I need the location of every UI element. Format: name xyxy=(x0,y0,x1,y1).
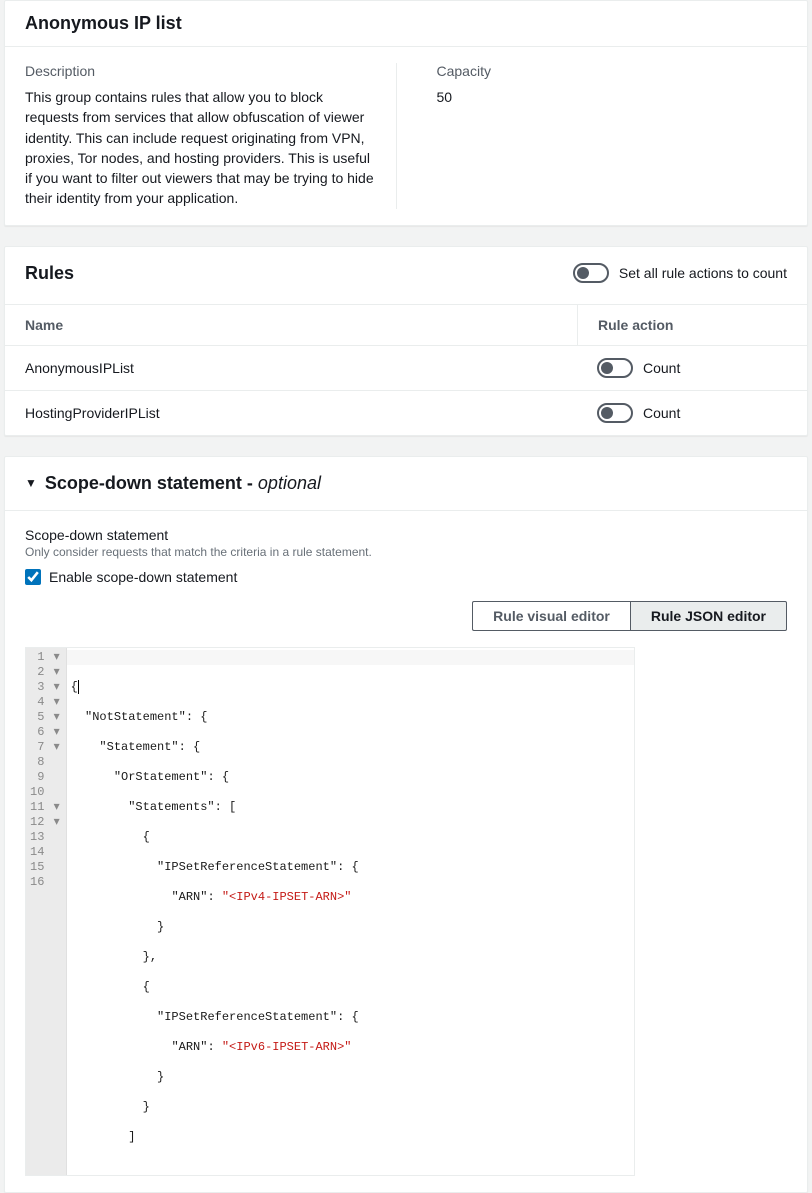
capacity-column: Capacity 50 xyxy=(437,63,788,209)
capacity-value: 50 xyxy=(437,87,788,107)
caret-down-icon: ▼ xyxy=(25,477,37,489)
rule-name: HostingProviderIPList xyxy=(5,393,577,433)
col-action: Rule action xyxy=(577,305,807,345)
set-all-actions-label: Set all rule actions to count xyxy=(619,265,787,281)
description-column: Description This group contains rules th… xyxy=(25,63,397,209)
rules-title: Rules xyxy=(25,263,74,284)
rule-name: AnonymousIPList xyxy=(5,348,577,388)
group-info-header: Anonymous IP list xyxy=(5,1,807,47)
table-row: AnonymousIPList Count xyxy=(5,345,807,390)
editor-gutter: 1 ▾ 2 ▾ 3 ▾ 4 ▾ 5 ▾ 6 ▾ 7 ▾ 8 9 10 11 ▾1… xyxy=(26,648,67,1175)
group-info-body: Description This group contains rules th… xyxy=(5,47,807,225)
set-all-actions-row: Set all rule actions to count xyxy=(573,263,787,283)
rule-action-toggle[interactable] xyxy=(597,358,633,378)
rule-visual-editor-button[interactable]: Rule visual editor xyxy=(472,601,630,631)
capacity-label: Capacity xyxy=(437,63,788,79)
rules-panel: Rules Set all rule actions to count Name… xyxy=(4,246,808,436)
json-code-editor[interactable]: 1 ▾ 2 ▾ 3 ▾ 4 ▾ 5 ▾ 6 ▾ 7 ▾ 8 9 10 11 ▾1… xyxy=(25,647,635,1176)
col-name: Name xyxy=(5,305,577,345)
group-title: Anonymous IP list xyxy=(25,13,787,34)
rules-table: Name Rule action AnonymousIPList Count H… xyxy=(5,304,807,435)
table-row: HostingProviderIPList Count xyxy=(5,390,807,435)
rule-action-label: Count xyxy=(643,405,680,421)
description-label: Description xyxy=(25,63,376,79)
description-value: This group contains rules that allow you… xyxy=(25,87,376,209)
enable-scope-row[interactable]: Enable scope-down statement xyxy=(25,569,787,585)
scope-helper: Only consider requests that match the cr… xyxy=(25,545,787,559)
editor-mode-group: Rule visual editor Rule JSON editor xyxy=(25,601,787,631)
rule-action-label: Count xyxy=(643,360,680,376)
group-info-panel: Anonymous IP list Description This group… xyxy=(4,0,808,226)
set-all-actions-toggle[interactable] xyxy=(573,263,609,283)
scope-down-panel: ▼ Scope-down statement - optional Scope-… xyxy=(4,456,808,1193)
scope-subheading: Scope-down statement xyxy=(25,527,787,543)
editor-code[interactable]: { "NotStatement": { "Statement": { "OrSt… xyxy=(67,648,634,1175)
rule-json-editor-button[interactable]: Rule JSON editor xyxy=(630,601,787,631)
rule-action-toggle[interactable] xyxy=(597,403,633,423)
scope-down-header[interactable]: ▼ Scope-down statement - optional xyxy=(5,457,807,510)
scope-down-title: Scope-down statement - optional xyxy=(45,473,321,494)
enable-scope-label: Enable scope-down statement xyxy=(49,569,237,585)
enable-scope-checkbox[interactable] xyxy=(25,569,41,585)
